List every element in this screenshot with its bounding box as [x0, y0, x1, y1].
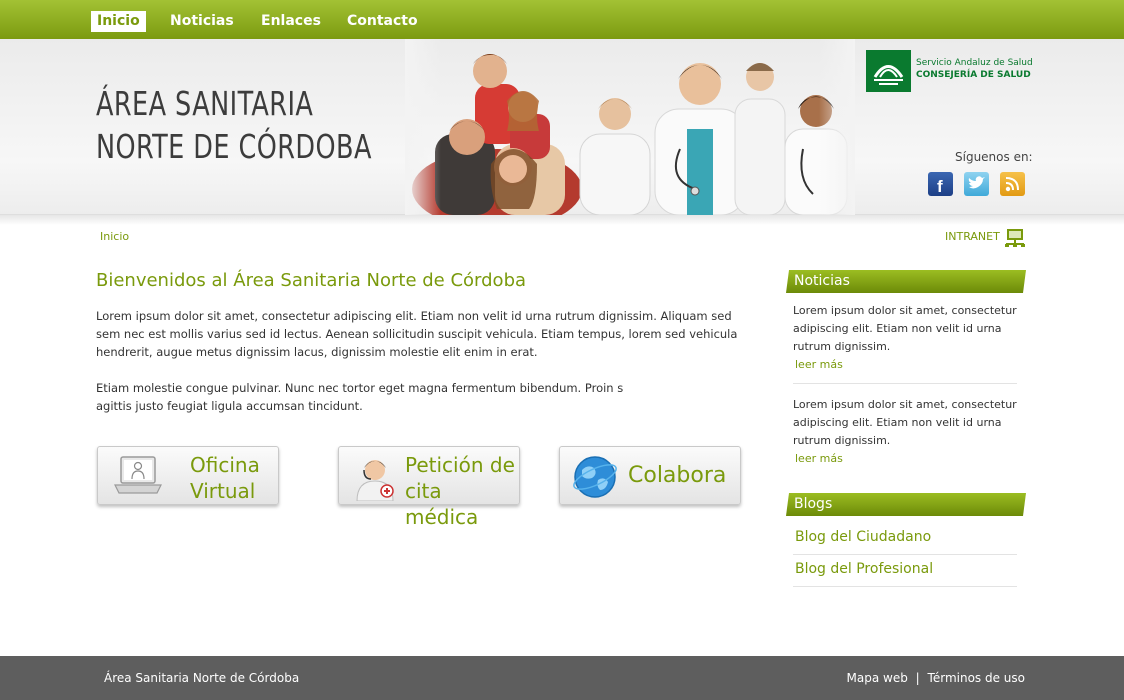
peticion-cita-label-line2: cita médica — [405, 479, 479, 529]
intro-paragraph: Lorem ipsum dolor sit amet, consectetur … — [96, 309, 738, 359]
blog-ciudadano-link[interactable]: Blog del Ciudadano — [795, 529, 931, 545]
logo-text-sas: Servicio Andaluz de Salud — [916, 58, 1033, 68]
footer-site-name: Área Sanitaria Norte de Córdoba — [104, 671, 300, 685]
news-heading: Noticias — [786, 270, 1026, 293]
peticion-cita-label: Petición de cita médica — [405, 452, 519, 530]
site-title[interactable]: ÁREA SANITARIA NORTE DE CÓRDOBA — [96, 82, 372, 168]
logo-text-consejeria: CONSEJERÍA DE SALUD — [916, 70, 1031, 80]
nav-item-enlaces[interactable]: Enlaces — [255, 11, 327, 32]
footer-separator: | — [915, 671, 920, 685]
svg-text:f: f — [937, 177, 943, 196]
page-title: Bienvenidos al Área Sanitaria Norte de C… — [96, 270, 527, 291]
rss-icon[interactable] — [1000, 172, 1025, 196]
oficina-virtual-button[interactable]: Oficina Virtual — [97, 446, 279, 505]
blog-profesional-link[interactable]: Blog del Profesional — [795, 561, 933, 577]
globe-icon — [573, 456, 617, 498]
nav-item-noticias[interactable]: Noticias — [164, 11, 240, 32]
doctor-operator-icon — [356, 460, 394, 501]
intranet-link[interactable]: INTRANET — [945, 230, 1000, 243]
oficina-virtual-label: Oficina Virtual — [190, 452, 260, 504]
site-title-line2: NORTE DE CÓRDOBA — [96, 127, 372, 166]
nav-item-contacto[interactable]: Contacto — [341, 11, 424, 32]
site-header: ÁREA SANITARIA NORTE DE CÓRDOBA Servicio… — [0, 39, 1124, 215]
oficina-virtual-label-line2: Virtual — [190, 479, 256, 503]
read-more-link[interactable]: leer más — [795, 358, 843, 371]
twitter-icon[interactable] — [964, 172, 989, 196]
terms-link[interactable]: Términos de uso — [928, 671, 1025, 685]
news-item-text: Lorem ipsum dolor sit amet, consectetur … — [793, 398, 1017, 447]
network-computer-icon[interactable] — [1004, 228, 1026, 248]
divider — [793, 554, 1017, 555]
oficina-virtual-label-line1: Oficina — [190, 453, 260, 477]
peticion-cita-label-line1: Petición de — [405, 453, 515, 477]
blogs-heading: Blogs — [786, 493, 1026, 516]
top-navigation: Inicio Noticias Enlaces Contacto — [0, 0, 1124, 39]
junta-logo-emblem-icon — [873, 65, 904, 85]
peticion-cita-button[interactable]: Petición de cita médica — [338, 446, 520, 529]
second-paragraph-line2: agittis justo feugiat ligula accumsan ti… — [96, 399, 363, 413]
read-more-link[interactable]: leer más — [795, 452, 843, 465]
second-paragraph: Etiam molestie congue pulvinar. Nunc nec… — [96, 379, 746, 415]
colabora-button[interactable]: Colabora — [559, 446, 741, 505]
facebook-icon[interactable]: f — [928, 172, 953, 196]
laptop-doctor-icon — [114, 456, 162, 494]
follow-label: Síguenos en: — [955, 150, 1033, 164]
site-footer: Área Sanitaria Norte de Córdoba Mapa web… — [0, 656, 1124, 700]
footer-links: Mapa web | Términos de uso — [847, 671, 1025, 685]
sitemap-link[interactable]: Mapa web — [847, 671, 908, 685]
junta-andalucia-logo[interactable] — [866, 50, 911, 92]
breadcrumb[interactable]: Inicio — [100, 230, 129, 243]
colabora-label: Colabora — [628, 463, 727, 488]
nav-item-inicio[interactable]: Inicio — [91, 11, 146, 32]
news-item-text: Lorem ipsum dolor sit amet, consectetur … — [793, 304, 1017, 353]
second-paragraph-line1: Etiam molestie congue pulvinar. Nunc nec… — [96, 381, 624, 395]
header-shadow-bar — [0, 215, 1124, 225]
hero-family-doctors-image — [405, 39, 855, 215]
divider — [793, 586, 1017, 587]
site-title-line1: ÁREA SANITARIA — [96, 84, 314, 123]
divider — [793, 383, 1017, 384]
